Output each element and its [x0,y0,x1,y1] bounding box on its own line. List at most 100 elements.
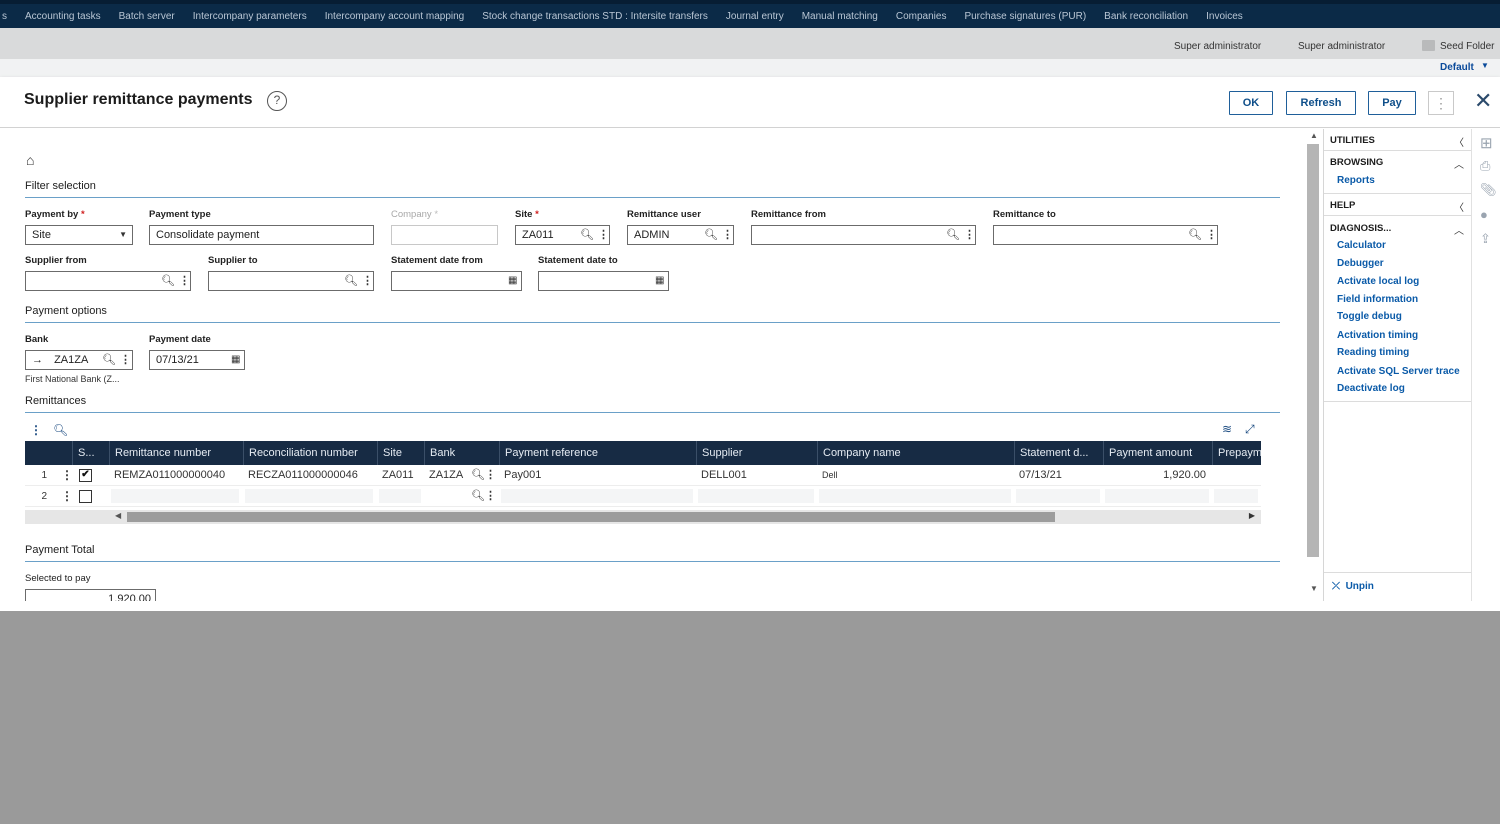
chevron-up-icon[interactable]: ︿ [1454,222,1464,237]
column-header-payment-amount[interactable]: Payment amount [1103,441,1212,465]
column-header-remittance-number[interactable]: Remittance number [109,441,243,465]
caret-down-icon[interactable]: ▼ [1481,61,1489,70]
row-menu-icon[interactable]: ⋮ [61,465,73,486]
nav-item-journal-entry[interactable]: Journal entry [717,11,793,22]
toggle-debug-link[interactable]: Toggle debug [1337,311,1402,322]
home-icon[interactable]: ⌂ [26,152,34,168]
column-header-reconciliation-number[interactable]: Reconciliation number [243,441,377,465]
nav-item-intercompany-parameters[interactable]: Intercompany parameters [184,11,316,22]
more-options-icon[interactable]: ⋮ [964,226,975,244]
field-information-link[interactable]: Field information [1337,294,1418,305]
activate-sql-server-trace-link[interactable]: Activate SQL Server trace [1337,366,1460,377]
search-icon[interactable]: 🔍︎ [102,351,116,369]
cell-remittance-number[interactable]: REMZA011000000040 [109,465,243,486]
empty-cell[interactable] [1214,489,1258,503]
chevron-left-icon[interactable]: 〈 [1454,199,1464,214]
expand-icon[interactable]: ⤢ [1245,422,1255,437]
statement-date-to-field[interactable]: ▦ [538,271,669,291]
nav-item-accounting-tasks[interactable]: Accounting tasks [16,11,110,22]
bank-field[interactable]: → ZA1ZA 🔍︎ ⋮ [25,350,133,370]
help-icon[interactable]: ? [267,91,287,111]
chevron-left-icon[interactable]: 〈 [1454,134,1464,149]
column-header-statement-date[interactable]: Statement d... [1014,441,1103,465]
remittance-to-field[interactable]: 🔍︎ ⋮ [993,225,1218,245]
column-header-payment-reference[interactable]: Payment reference [499,441,696,465]
reading-timing-link[interactable]: Reading timing [1337,347,1409,358]
column-header-select[interactable]: S... [72,441,109,465]
search-icon[interactable]: 🔍︎ [1188,226,1202,244]
cell-supplier[interactable]: DELL001 [696,465,817,486]
unpin-button[interactable]: ⤫ Unpin [1332,581,1374,592]
search-icon[interactable]: 🔍︎ [161,272,175,290]
calendar-icon[interactable]: ▦ [508,272,517,290]
nav-item-stock-change-transactions[interactable]: Stock change transactions STD : Intersit… [473,11,717,22]
cell-payment-reference[interactable]: Pay001 [499,465,696,486]
cell-company-name[interactable]: Dell [817,465,1014,486]
calculator-link[interactable]: Calculator [1337,240,1386,251]
more-options-icon[interactable]: ⋮ [179,272,190,290]
cell-reconciliation-number[interactable]: RECZA011000000046 [243,465,377,486]
close-icon[interactable]: ✕ [1474,89,1492,113]
arrow-right-icon[interactable]: → [32,354,43,366]
nav-item-invoices[interactable]: Invoices [1197,11,1252,22]
nav-item-purchase-signatures[interactable]: Purchase signatures (PUR) [955,11,1095,22]
column-header-site[interactable]: Site [377,441,424,465]
nav-item-companies[interactable]: Companies [887,11,956,22]
activate-local-log-link[interactable]: Activate local log [1337,276,1419,287]
empty-cell[interactable] [379,489,421,503]
browsing-header[interactable]: BROWSING [1330,157,1383,168]
payment-date-field[interactable]: 07/13/21 ▦ [149,350,245,370]
empty-cell[interactable] [501,489,693,503]
statement-date-from-field[interactable]: ▦ [391,271,522,291]
activation-timing-link[interactable]: Activation timing [1337,330,1418,341]
nav-item-intercompany-account-mapping[interactable]: Intercompany account mapping [316,11,474,22]
column-header-company-name[interactable]: Company name [817,441,1014,465]
search-icon[interactable]: 🔍︎ [53,423,68,437]
empty-cell[interactable] [111,489,239,503]
horizontal-scrollbar[interactable]: ◀ ▶ [25,510,1261,524]
layers-icon[interactable]: ≋ [1222,422,1232,436]
empty-cell[interactable] [819,489,1011,503]
remittance-user-field[interactable]: ADMIN 🔍︎ ⋮ [627,225,734,245]
search-icon[interactable]: 🔍︎ [946,226,960,244]
caret-down-icon[interactable]: ▼ [119,226,127,244]
column-header-prepayment[interactable]: Prepaym [1212,441,1261,465]
scroll-up-icon[interactable]: ▲ [1310,131,1318,140]
nav-item-batch-server[interactable]: Batch server [110,11,184,22]
print-icon[interactable]: ⎙ [1480,158,1490,174]
scrollbar-thumb[interactable] [1307,144,1319,557]
supplier-to-field[interactable]: 🔍︎ ⋮ [208,271,374,291]
cell-bank[interactable]: ZA1ZA [424,465,469,486]
supplier-from-field[interactable]: 🔍︎ ⋮ [25,271,191,291]
folder-name[interactable]: Seed Folder [1440,41,1494,52]
cell-statement-date[interactable]: 07/13/21 [1014,465,1103,486]
ok-button[interactable]: OK [1229,91,1273,115]
scroll-left-icon[interactable]: ◀ [115,511,121,520]
more-options-icon[interactable]: ⋮ [1206,226,1217,244]
chevron-up-icon[interactable]: ︿ [1454,156,1464,171]
reports-link[interactable]: Reports [1337,175,1375,186]
more-options-icon[interactable]: ⋮ [480,486,494,507]
deactivate-log-link[interactable]: Deactivate log [1337,383,1405,394]
site-field[interactable]: ZA011 🔍︎ ⋮ [515,225,610,245]
column-header-bank[interactable]: Bank [424,441,499,465]
default-dropdown[interactable]: Default [1440,62,1474,73]
help-header[interactable]: HELP [1330,200,1355,211]
user-name[interactable]: Super administrator [1298,41,1385,52]
user-role[interactable]: Super administrator [1174,41,1261,52]
calendar-icon[interactable]: ▦ [231,351,240,369]
empty-cell[interactable] [245,489,373,503]
nav-item-manual-matching[interactable]: Manual matching [793,11,887,22]
comment-icon[interactable]: ● [1480,207,1488,222]
remittance-from-field[interactable]: 🔍︎ ⋮ [751,225,976,245]
add-icon[interactable]: ⊞ [1480,134,1493,152]
empty-cell[interactable] [698,489,814,503]
more-options-icon[interactable]: ⋮ [362,272,373,290]
scrollbar-thumb[interactable] [127,512,1055,522]
search-icon[interactable]: 🔍︎ [704,226,718,244]
empty-cell[interactable] [1016,489,1100,503]
calendar-icon[interactable]: ▦ [655,272,664,290]
table-row[interactable]: 1 ⋮ ✔ REMZA011000000040 RECZA01100000004… [25,465,1261,486]
export-icon[interactable]: ⇪ [1480,231,1491,247]
column-header-supplier[interactable]: Supplier [696,441,817,465]
